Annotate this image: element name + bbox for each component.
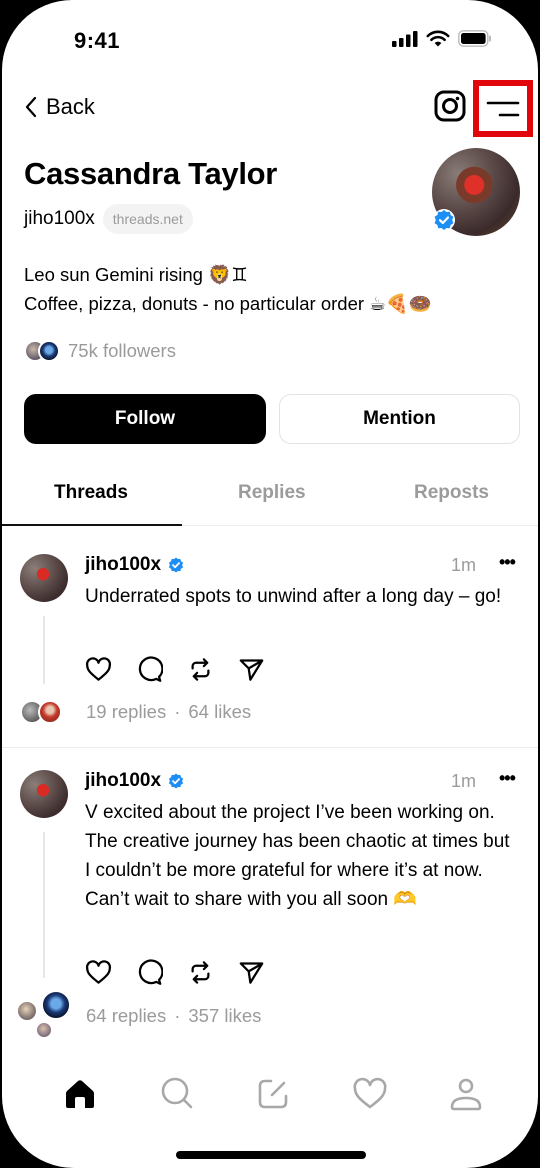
likes-count[interactable]: 357 likes bbox=[188, 1005, 261, 1027]
menu-icon bbox=[486, 101, 520, 116]
send-icon bbox=[239, 659, 264, 681]
post-username-row[interactable]: jiho100x bbox=[85, 554, 185, 576]
repost-icon bbox=[191, 658, 210, 681]
replier-avatar bbox=[41, 990, 71, 1020]
stats-separator: · bbox=[174, 701, 181, 722]
replies-count[interactable]: 64 replies bbox=[86, 1005, 166, 1027]
tab-threads[interactable]: Threads bbox=[54, 482, 128, 504]
active-tab-indicator bbox=[2, 524, 182, 526]
repost-button[interactable] bbox=[187, 959, 214, 986]
post-stats: 19 replies · 64 likes bbox=[86, 701, 251, 723]
post-username: jiho100x bbox=[85, 554, 162, 575]
thread-line bbox=[43, 832, 45, 978]
bio-line: Coffee, pizza, donuts - no particular or… bbox=[24, 293, 432, 314]
repost-button[interactable] bbox=[187, 656, 214, 683]
menu-button[interactable] bbox=[473, 80, 533, 137]
bottom-nav bbox=[2, 1070, 538, 1120]
verified-badge-icon bbox=[433, 209, 455, 231]
profile-name: Cassandra Taylor bbox=[24, 156, 278, 191]
post-actions bbox=[85, 959, 265, 986]
replier-avatar bbox=[38, 700, 62, 724]
post-text: Underrated spots to unwind after a long … bbox=[85, 586, 502, 607]
post-divider bbox=[2, 747, 538, 748]
repost-icon bbox=[191, 961, 210, 984]
follower-avatars bbox=[24, 340, 60, 362]
thread-line bbox=[43, 616, 45, 684]
replies-count[interactable]: 19 replies bbox=[86, 701, 166, 723]
nav-search[interactable] bbox=[159, 1076, 195, 1112]
nav-profile[interactable] bbox=[448, 1076, 484, 1112]
nav-home[interactable] bbox=[62, 1076, 98, 1112]
verified-badge-icon bbox=[168, 773, 184, 789]
likes-count[interactable]: 64 likes bbox=[188, 701, 251, 723]
battery-icon bbox=[458, 30, 491, 47]
stats-separator: · bbox=[174, 1005, 181, 1026]
share-button[interactable] bbox=[238, 959, 265, 986]
follower-avatar bbox=[38, 340, 60, 362]
top-nav: Back bbox=[2, 80, 538, 137]
status-time: 9:41 bbox=[74, 28, 121, 53]
reply-button[interactable] bbox=[136, 656, 164, 683]
tab-replies[interactable]: Replies bbox=[238, 482, 306, 504]
back-label: Back bbox=[46, 94, 95, 119]
nav-compose[interactable] bbox=[255, 1076, 291, 1112]
bio-line: Leo sun Gemini rising 🦁♊ bbox=[24, 264, 248, 285]
wifi-icon bbox=[426, 30, 450, 47]
home-indicator[interactable] bbox=[176, 1151, 366, 1159]
followers-count: 75k followers bbox=[68, 340, 176, 361]
profile-handle: jiho100x bbox=[24, 208, 95, 229]
post-avatar[interactable] bbox=[20, 554, 68, 602]
status-icons bbox=[392, 30, 492, 47]
verified-badge-icon bbox=[168, 557, 184, 573]
post-stats: 64 replies · 357 likes bbox=[86, 1005, 261, 1027]
comment-icon bbox=[138, 656, 164, 682]
compose-icon bbox=[258, 1079, 288, 1109]
post-username-row[interactable]: jiho100x bbox=[85, 770, 185, 792]
post-timestamp: 1m bbox=[451, 771, 477, 791]
post-avatar[interactable] bbox=[20, 770, 68, 818]
heart-icon bbox=[85, 960, 112, 984]
post-username: jiho100x bbox=[85, 770, 162, 791]
followers-row[interactable]: 75k followers bbox=[24, 340, 176, 362]
chevron-left-icon bbox=[25, 96, 37, 118]
status-bar: 9:41 bbox=[2, 0, 538, 70]
heart-icon bbox=[85, 657, 112, 681]
tab-reposts[interactable]: Reposts bbox=[414, 482, 489, 504]
send-icon bbox=[239, 962, 264, 984]
post-timestamp: 1m bbox=[451, 555, 477, 575]
more-options-button[interactable]: ••• bbox=[499, 768, 516, 789]
replier-avatar bbox=[35, 1021, 53, 1039]
profile-bio: Leo sun Gemini rising 🦁♊ Coffee, pizza, … bbox=[24, 260, 432, 318]
replier-avatar bbox=[16, 1000, 38, 1022]
cellular-signal-icon bbox=[392, 30, 418, 47]
instagram-icon[interactable] bbox=[434, 90, 466, 122]
more-options-button[interactable]: ••• bbox=[499, 552, 516, 573]
follow-button[interactable]: Follow bbox=[24, 394, 266, 444]
phone-screen: 9:41 Back Cassandra Taylor jiho100x thre… bbox=[2, 0, 538, 1168]
post-actions bbox=[85, 656, 265, 683]
search-icon bbox=[161, 1077, 193, 1109]
back-button[interactable]: Back bbox=[24, 94, 95, 120]
comment-icon bbox=[138, 959, 164, 985]
domain-chip[interactable]: threads.net bbox=[102, 204, 193, 234]
like-button[interactable] bbox=[85, 959, 112, 986]
reply-button[interactable] bbox=[136, 959, 164, 986]
share-button[interactable] bbox=[238, 656, 265, 683]
profile-icon bbox=[450, 1078, 482, 1111]
profile-tabs: Threads Replies Reposts bbox=[2, 470, 538, 526]
heart-icon bbox=[353, 1077, 387, 1109]
nav-activity[interactable] bbox=[352, 1076, 388, 1112]
profile-handle-row: jiho100x threads.net bbox=[24, 204, 193, 234]
mention-button[interactable]: Mention bbox=[279, 394, 520, 444]
home-icon bbox=[66, 1080, 94, 1108]
post-text: V excited about the project I’ve been wo… bbox=[85, 802, 510, 910]
like-button[interactable] bbox=[85, 656, 112, 683]
